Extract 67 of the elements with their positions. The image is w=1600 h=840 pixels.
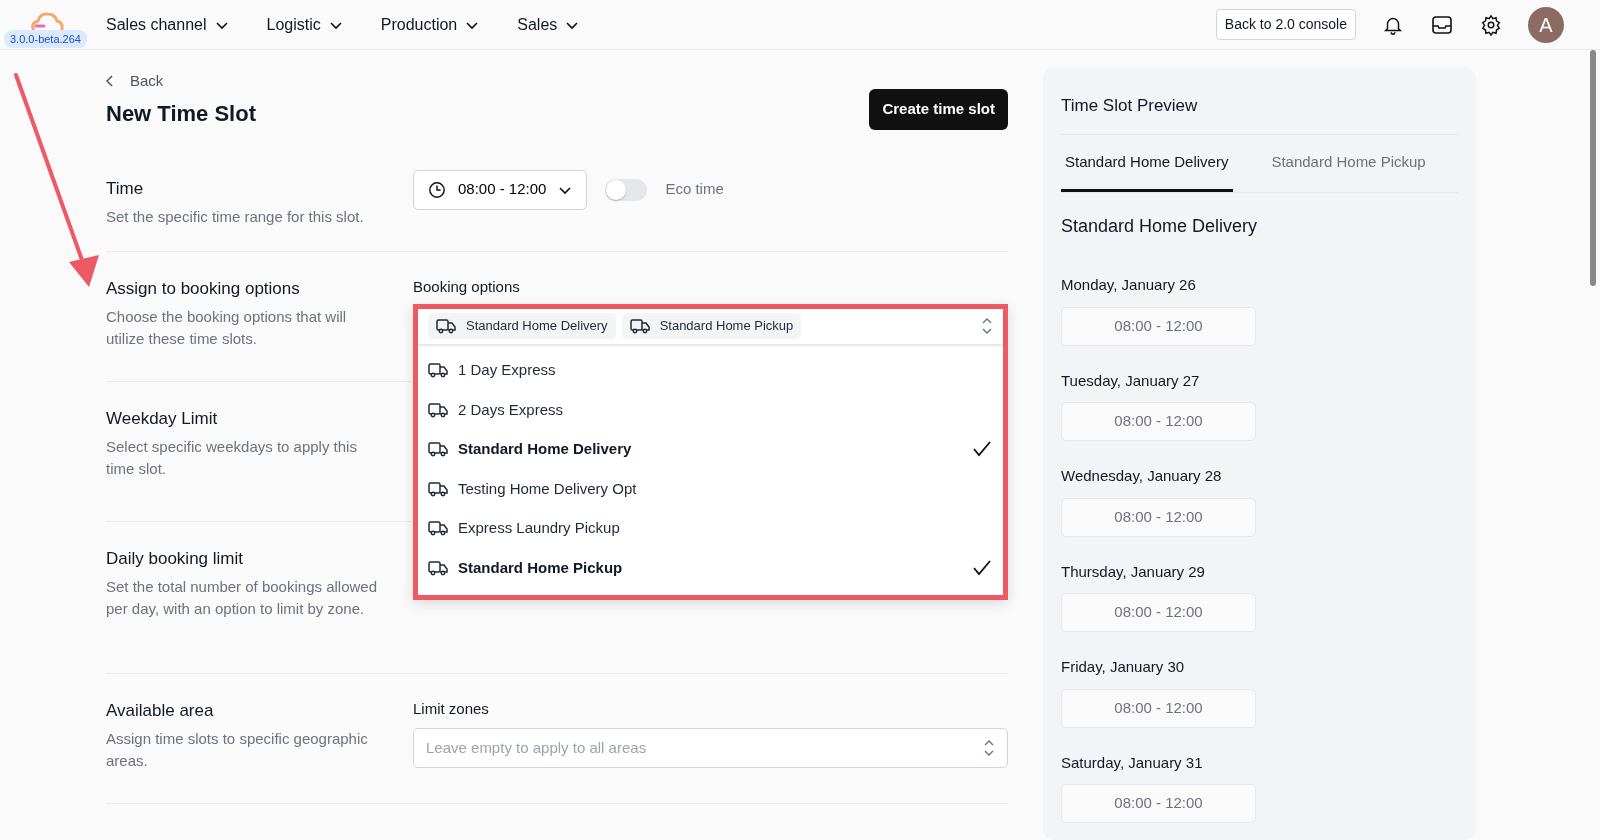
checkmark-icon	[973, 559, 991, 576]
nav-menu[interactable]: Sales	[517, 12, 580, 37]
option-chip[interactable]: Standard Home Delivery	[428, 313, 616, 339]
truck-icon	[428, 520, 448, 537]
section-title: Time	[106, 177, 145, 200]
day-label: Wednesday, January 28	[1061, 466, 1223, 486]
dropdown-option[interactable]: Standard Home Pickup	[418, 548, 1003, 588]
time-select[interactable]: 08:00 - 12:00	[413, 169, 588, 210]
nav-menu[interactable]: Logistic	[266, 12, 343, 37]
page-title: New Time Slot	[106, 99, 256, 128]
sort-icon	[981, 317, 993, 335]
section-description: Set the total number of bookings allowed per day, with an option to limit by zone.	[106, 577, 378, 619]
day-label: Saturday, January 31	[1061, 752, 1204, 773]
truck-icon	[428, 441, 448, 458]
time-slot-chip[interactable]: 08:00 - 12:00	[1061, 784, 1256, 823]
clock-icon	[428, 180, 446, 199]
preview-tab[interactable]: Standard Home Pickup	[1267, 134, 1431, 192]
day-label: Friday, January 30	[1061, 657, 1186, 677]
panel-title: Time Slot Preview	[1061, 68, 1458, 135]
dropdown-option[interactable]: Testing Home Delivery Opt	[418, 469, 1003, 509]
settings-icon[interactable]	[1480, 13, 1502, 36]
back-link[interactable]: Back	[106, 70, 256, 93]
section-title: Weekday Limit	[106, 407, 219, 430]
dropdown-option[interactable]: Express Laundry Pickup	[418, 508, 1003, 548]
truck-icon	[428, 480, 448, 497]
user-avatar[interactable]: A	[1528, 6, 1564, 43]
checkmark-icon	[973, 441, 991, 458]
toggle-label: Eco time	[665, 179, 724, 200]
section-title: Assign to booking options	[106, 277, 301, 300]
chevron-left-icon	[106, 75, 114, 88]
section-title: Daily booking limit	[106, 547, 244, 570]
time-slot-chip[interactable]: 08:00 - 12:00	[1061, 306, 1256, 346]
create-button[interactable]: Create time slot	[869, 89, 1008, 130]
truck-icon	[428, 401, 448, 418]
time-slot-chip[interactable]: 08:00 - 12:00	[1061, 688, 1256, 728]
sort-icon	[983, 739, 995, 757]
truck-icon	[428, 559, 448, 576]
time-slot-chip[interactable]: 08:00 - 12:00	[1061, 402, 1256, 441]
console-button[interactable]: Back to 2.0 console	[1215, 9, 1356, 40]
option-chip[interactable]: Standard Home Pickup	[621, 313, 802, 339]
nav-menu[interactable]: Sales channel	[106, 12, 229, 37]
time-slot-chip[interactable]: 08:00 - 12:00	[1061, 497, 1256, 537]
preview-tab[interactable]: Standard Home Delivery	[1061, 134, 1234, 192]
dropdown-option[interactable]: 1 Day Express	[418, 350, 1003, 390]
inbox-icon[interactable]	[1430, 13, 1454, 36]
day-label: Thursday, January 29	[1061, 561, 1206, 582]
logo-icon	[30, 10, 64, 33]
truck-icon	[428, 362, 448, 379]
truck-icon	[436, 318, 456, 334]
field-label: Booking options	[413, 276, 521, 297]
section-title: Available area	[106, 699, 215, 722]
truck-icon	[629, 318, 650, 334]
day-label: Tuesday, January 27	[1061, 370, 1201, 391]
section-description: Set the specific time range for this slot.	[106, 207, 365, 227]
booking-select[interactable]: Standard Home Delivery Standard Home Pickup	[418, 308, 1003, 345]
day-label: Monday, January 26	[1061, 275, 1197, 295]
toggle-switch[interactable]	[605, 178, 648, 201]
dropdown-option[interactable]: 2 Days Express	[418, 390, 1003, 430]
section-description: Choose the booking options that will utilize these time slots.	[106, 307, 348, 349]
field-label: Limit zones	[413, 698, 490, 719]
preview-heading: Standard Home Delivery	[1061, 215, 1259, 238]
section-description: Select specific weekdays to apply this time slot.	[106, 437, 358, 479]
section-description: Assign time slots to specific geographic areas.	[106, 729, 369, 771]
time-slot-chip[interactable]: 08:00 - 12:00	[1061, 593, 1256, 632]
nav-menu[interactable]: Production	[380, 12, 480, 37]
version-badge: 3.0.0-beta.264	[4, 29, 87, 48]
dropdown-option[interactable]: Standard Home Delivery	[418, 429, 1003, 469]
